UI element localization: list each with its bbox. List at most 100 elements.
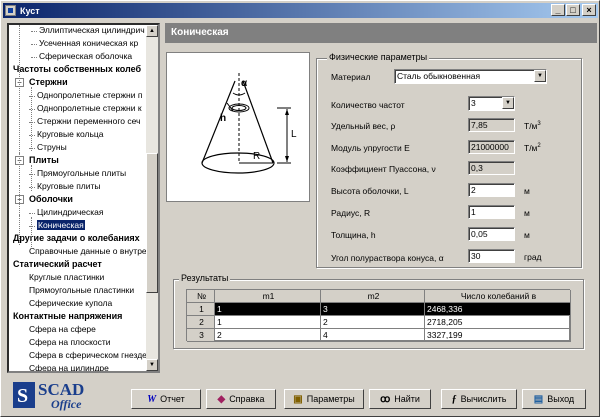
report-button[interactable]: W Отчет [131, 389, 201, 409]
height-input[interactable]: 2 [468, 183, 515, 197]
tree-item[interactable]: Оболочки [29, 193, 73, 206]
tree-item[interactable]: Однопролетные стержни п [37, 89, 142, 102]
tree-item[interactable]: Эллиптическая цилиндрич [39, 25, 145, 37]
header-m1[interactable]: m1 [215, 290, 321, 303]
tree-item[interactable]: Круглые пластинки [29, 271, 104, 284]
tree-item-label: Справочные данные о внутре [29, 246, 147, 256]
maximize-button[interactable]: □ [566, 4, 580, 16]
exit-button[interactable]: ▤ Выход [522, 389, 586, 409]
tree-connector [29, 122, 35, 123]
params-button[interactable]: ▣ Параметры [284, 389, 364, 409]
tree-item[interactable]: Справочные данные о внутре [29, 245, 147, 258]
tree-item[interactable]: Круговые плиты [37, 180, 101, 193]
cell: 2468,336 [425, 303, 571, 316]
table-row[interactable]: 1 1 3 2468,336 [187, 303, 571, 316]
tree-item-label: Однопролетные стержни п [37, 90, 143, 100]
tree-connector [29, 187, 35, 188]
tree-item[interactable]: Сфера на сфере [29, 323, 96, 336]
book-icon: ◆ [217, 393, 226, 405]
tree-scrollbar[interactable]: ▲ ▼ [146, 25, 158, 371]
window-title: Куст [20, 5, 40, 16]
tree-view[interactable]: Эллиптическая цилиндрич Усеченная коничес… [7, 23, 160, 373]
tree-item[interactable]: Сферическая оболочка [39, 50, 132, 63]
cell: 1 [187, 303, 215, 316]
radius-input[interactable]: 1 [468, 205, 515, 219]
tree-item[interactable]: Частоты собственных колеб [13, 63, 141, 76]
tree-item[interactable]: Струны [37, 141, 67, 154]
tree-item-label: Контактные напряжения [13, 311, 123, 321]
tree-item[interactable]: Статический расчет [13, 258, 102, 271]
tree-connector [29, 226, 35, 227]
tree-item-label: Плиты [29, 155, 59, 165]
tree-guide [31, 217, 32, 247]
exit-door-icon: ▤ [533, 393, 544, 405]
tree-connector [29, 96, 35, 97]
panel-title: Коническая [165, 23, 597, 43]
tree-item-label: Круговые плиты [37, 181, 101, 191]
function-icon: ƒ [451, 393, 457, 405]
tree-item[interactable]: Круговые кольца [37, 128, 104, 141]
calculate-label: Вычислить [460, 394, 507, 404]
tree-item[interactable]: Усеченная коническая кр [39, 37, 138, 50]
poisson-label: Коэффициент Пуассона, ν [331, 164, 436, 174]
params-label: Параметры [306, 394, 355, 404]
header-num[interactable]: № [187, 290, 215, 303]
header-m2[interactable]: m2 [321, 290, 425, 303]
tree-item[interactable]: Сфера на плоскости [29, 336, 111, 349]
h-label: h [220, 113, 227, 124]
tree-item[interactable]: Контактные напряжения [13, 310, 122, 323]
angle-input[interactable]: 30 [468, 249, 515, 263]
cell: 4 [321, 329, 425, 342]
tree-item-label: Сферические купола [29, 298, 113, 308]
tree-item[interactable]: Прямоугольные пластинки [29, 284, 134, 297]
chevron-down-icon[interactable]: ▼ [502, 97, 514, 109]
thickness-label: Толщина, h [331, 230, 376, 240]
chevron-down-icon[interactable]: ▼ [534, 70, 546, 82]
cell: 1 [215, 303, 321, 316]
tree-item[interactable]: Стержни переменного сеч [37, 115, 140, 128]
tree-item[interactable]: Сфера в сферическом гнезде [29, 349, 147, 362]
help-button[interactable]: ◆ Справка [206, 389, 276, 409]
tree-item-label: Коническая [37, 220, 85, 230]
poisson-field: 0,3 [468, 161, 515, 175]
cone-drawing [201, 73, 291, 174]
freq-select[interactable]: 3 ▼ [468, 96, 515, 111]
tree-item-label: Сфера на цилиндре [29, 363, 109, 371]
tree-item[interactable]: Однопролетные стержни к [37, 102, 142, 115]
tree-item[interactable]: Сфера на цилиндре [29, 362, 109, 371]
tree-item-label: Стержни [29, 77, 68, 87]
table-row[interactable]: 2 1 2 2718,205 [187, 316, 571, 329]
tree-item-label: Однопролетные стержни к [37, 103, 142, 113]
calculate-button[interactable]: ƒ Вычислить [441, 389, 517, 409]
find-button[interactable]: ꝏ Найти [369, 389, 431, 409]
physical-params-legend: Физические параметры [327, 52, 430, 62]
scroll-up-icon[interactable]: ▲ [146, 25, 158, 37]
close-button[interactable]: × [582, 4, 596, 16]
scroll-down-icon[interactable]: ▼ [146, 359, 158, 371]
tree-item[interactable]: Сферические купола [29, 297, 112, 310]
scad-office-logo: S SCAD Office [11, 378, 121, 412]
material-value: Сталь обыкновенная [397, 71, 481, 81]
minimize-button[interactable]: _ [551, 4, 565, 16]
cell: 3 [321, 303, 425, 316]
tree-item[interactable]: Цилиндрическая [37, 206, 104, 219]
tree-guide [31, 87, 32, 151]
tree-item[interactable]: Коническая [37, 219, 85, 232]
tree-item[interactable]: Плиты [29, 154, 59, 167]
tree-item[interactable]: Прямоугольные плиты [37, 167, 126, 180]
results-table[interactable]: № m1 m2 Число колебаний в 1 1 3 2468,336… [186, 289, 571, 342]
tree-item[interactable]: Стержни [29, 76, 68, 89]
title-bar[interactable]: Куст _ □ × [3, 3, 598, 18]
thickness-input[interactable]: 0,05 [468, 227, 515, 241]
tree-connector [29, 148, 35, 149]
tree-guide [19, 215, 20, 245]
header-freq[interactable]: Число колебаний в [425, 290, 571, 303]
cell: 2 [215, 329, 321, 342]
tree-item-label: Усеченная коническая кр [39, 38, 139, 48]
tree-item-label: Цилиндрическая [37, 207, 104, 217]
alpha-label: α [241, 78, 248, 89]
tree-item-label: Круговые кольца [37, 129, 104, 139]
material-select[interactable]: Сталь обыкновенная ▼ [394, 69, 547, 84]
scroll-thumb[interactable] [146, 153, 158, 293]
table-row[interactable]: 3 2 4 3327,199 [187, 329, 571, 342]
